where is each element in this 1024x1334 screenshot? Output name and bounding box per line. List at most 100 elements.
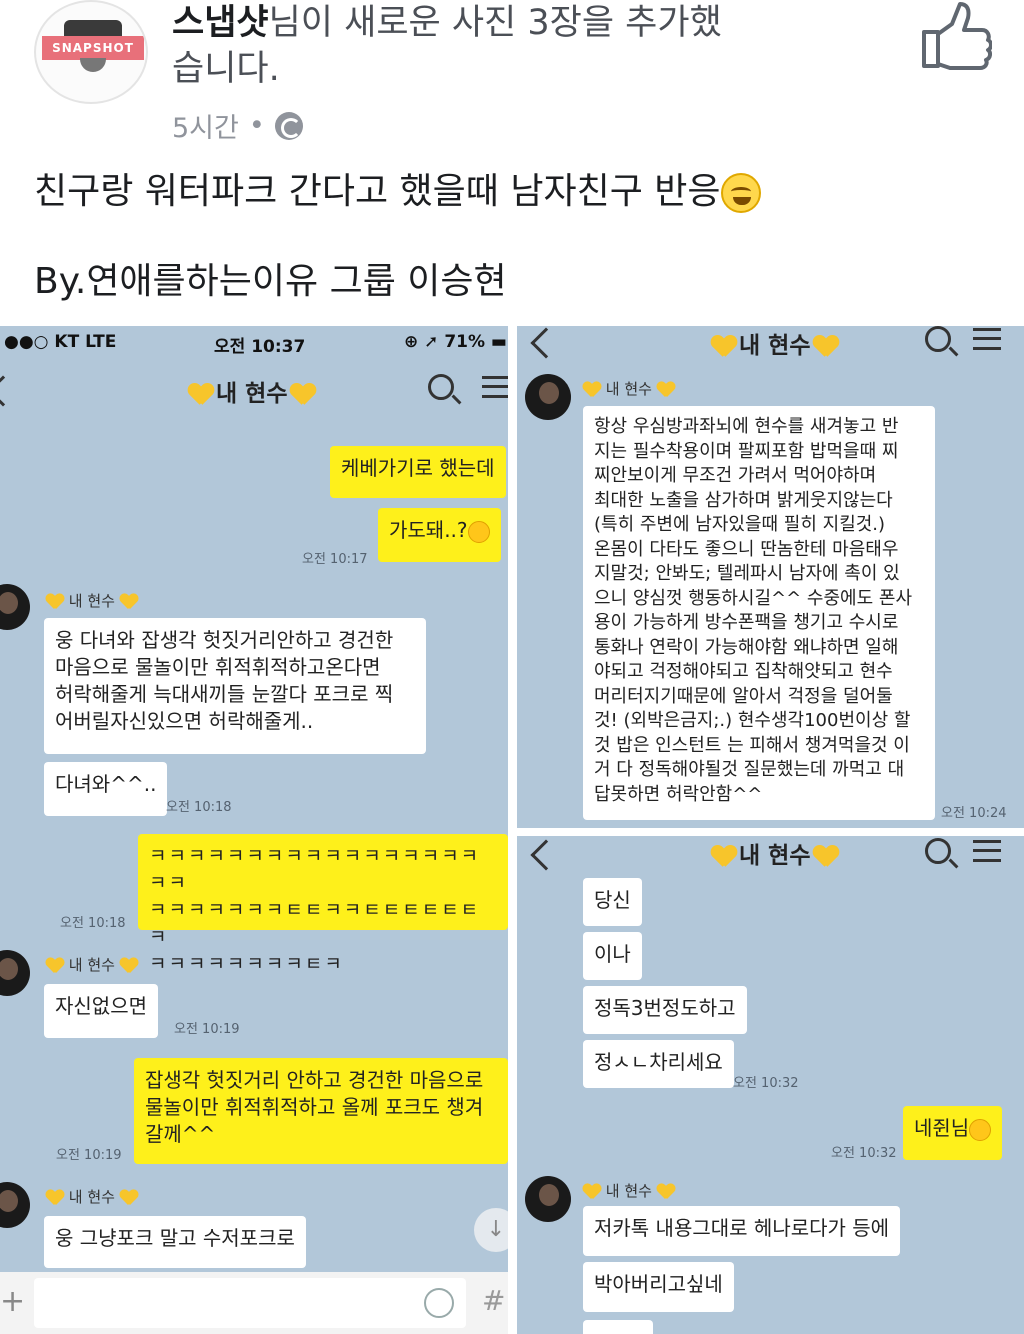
message-time: 오전 10:24: [941, 806, 1007, 821]
my-message-bubble[interactable]: 네쥔님: [903, 1106, 1003, 1160]
menu-icon[interactable]: [973, 840, 1001, 862]
message-input[interactable]: [34, 1278, 466, 1328]
yellow-heart-icon: [46, 594, 64, 610]
their-message-bubble[interactable]: 정ㅅㄴ차리세요: [583, 1040, 734, 1088]
emoticon-icon[interactable]: [424, 1288, 454, 1318]
yellow-heart-icon: [583, 382, 601, 398]
yellow-heart-icon: [120, 594, 138, 610]
sender-name: 내 현수: [583, 1180, 675, 1201]
page-avatar[interactable]: SNAPSHOT: [34, 0, 148, 104]
search-icon[interactable]: [925, 326, 951, 352]
search-icon[interactable]: [428, 374, 454, 400]
menu-icon[interactable]: [482, 376, 508, 398]
my-message-bubble[interactable]: ㅋㅋㅋㅋㅋㅋㅋㅋㅋㅋㅋㅋㅋㅋㅋㅋㅋㅋㅋ ㅋㅋㅋㅋㅋㅋㅋㅌㅌㅋㅋㅌㅌㅌㅌㅌㅌㅋ ㅋ…: [138, 834, 508, 975]
chat-screenshot-right-top: 내 현수 내 현수 항상 우심방과좌뇌에 현수를 새겨놓고 반 지는 필수착용이…: [517, 326, 1024, 828]
message-time: 오전 10:19: [174, 1022, 240, 1037]
their-message-bubble[interactable]: 박아버리고싶네: [583, 1262, 734, 1312]
message-time: 오전 10:17: [302, 552, 368, 567]
sender-name: 내 현수: [46, 1186, 138, 1207]
yellow-heart-icon: [290, 383, 315, 405]
chat-header: 내 현수: [517, 326, 1024, 376]
message-text: 가도돼..?: [389, 518, 468, 542]
post-text: 친구랑 워터파크 간다고 했을때 남자친구 반응: [34, 162, 761, 214]
my-message-bubble[interactable]: 케베가기로 했는데: [330, 446, 506, 498]
their-message-bubble[interactable]: 웅 다녀와 잡생각 헛짓거리안하고 경건한 마음으로 물놀이만 휘적휘적하고온다…: [44, 618, 426, 754]
yellow-heart-icon: [657, 382, 675, 398]
message-time: 오전 10:32: [831, 1146, 897, 1161]
yellow-heart-icon: [711, 845, 736, 867]
yellow-heart-icon: [120, 1190, 138, 1206]
thumbs-up-icon[interactable]: [918, 2, 992, 72]
chat-title: 내 현수: [709, 326, 841, 360]
post-title: 스냅샷님이 새로운 사진 3장을 추가했습니다.: [172, 0, 732, 92]
yellow-heart-icon: [46, 958, 64, 974]
status-time: 오전 10:37: [214, 337, 306, 357]
chat-screenshot-left: ●●○ KT LTE 오전 10:37 ⊕ ➚ 71% ▬ 내 현수 케베가기로…: [0, 326, 508, 1334]
my-message-bubble[interactable]: 잡생각 헛짓거리 안하고 경건한 마음으로 물놀이만 휘적휘적하고 올께 포크도…: [134, 1058, 508, 1164]
yellow-heart-icon: [657, 1184, 675, 1200]
chat-header: 내 현수: [0, 364, 508, 414]
carrier-signal: ●●○ KT LTE: [4, 332, 117, 352]
hash-icon[interactable]: #: [482, 1284, 505, 1317]
yellow-heart-icon: [188, 383, 213, 405]
back-arrow-icon[interactable]: [0, 375, 19, 407]
my-message-bubble[interactable]: 가도돼..?: [378, 508, 501, 562]
their-message-bubble[interactable]: 자신없으면: [44, 984, 158, 1038]
plus-icon[interactable]: +: [0, 1287, 26, 1317]
their-message-bubble-partial[interactable]: [583, 1320, 653, 1334]
post-meta: 5시간 •: [172, 106, 303, 145]
their-message-bubble[interactable]: 당신: [583, 878, 642, 926]
their-message-bubble[interactable]: 다녀와^^..: [44, 762, 168, 816]
message-time: 오전 10:18: [60, 916, 126, 931]
wink-emoji-icon: [969, 1118, 992, 1141]
their-message-bubble[interactable]: 이나: [583, 932, 642, 980]
chat-title: 내 현수: [186, 374, 318, 408]
sender-name-text: 내 현수: [68, 956, 115, 974]
sender-name-text: 내 현수: [68, 592, 115, 610]
post-by-line: By.연애를하는이유 그룹 이승현: [34, 261, 507, 302]
avatar-logo-text: SNAPSHOT: [42, 36, 144, 60]
back-arrow-icon[interactable]: [530, 327, 562, 359]
camera-lens-icon: [80, 58, 106, 72]
smile-emoji-icon: [467, 520, 490, 543]
laughing-tears-emoji-icon: [720, 173, 761, 213]
post-time[interactable]: 5시간: [172, 106, 239, 145]
scroll-down-button[interactable]: ↓: [474, 1208, 508, 1252]
status-bar: ●●○ KT LTE 오전 10:37 ⊕ ➚ 71% ▬: [0, 326, 508, 358]
sender-name-text: 내 현수: [605, 1182, 652, 1200]
yellow-heart-icon: [711, 335, 736, 357]
menu-icon[interactable]: [973, 328, 1001, 350]
yellow-heart-icon: [120, 958, 138, 974]
message-text: 네쥔님: [914, 1116, 970, 1140]
contact-avatar[interactable]: [0, 1182, 30, 1228]
their-message-bubble[interactable]: 저카톡 내용그대로 헤나로다가 등에: [583, 1206, 901, 1256]
contact-avatar[interactable]: [0, 584, 30, 630]
yellow-heart-icon: [583, 1184, 601, 1200]
sender-name: 내 현수: [583, 378, 675, 399]
battery-status: ⊕ ➚ 71% ▬: [404, 332, 507, 352]
author-name[interactable]: 스냅샷: [172, 3, 269, 43]
post-text-content: 친구랑 워터파크 간다고 했을때 남자친구 반응: [34, 171, 721, 212]
sender-name-text: 내 현수: [605, 380, 652, 398]
sender-name-text: 내 현수: [68, 1188, 115, 1206]
their-message-bubble[interactable]: 웅 그냥포크 말고 수저포크로: [44, 1216, 306, 1268]
globe-icon: [274, 111, 303, 140]
contact-avatar[interactable]: [525, 1176, 571, 1222]
message-time: 오전 10:32: [733, 1076, 799, 1091]
message-time: 오전 10:19: [56, 1148, 122, 1163]
their-message-bubble[interactable]: 항상 우심방과좌뇌에 현수를 새겨놓고 반 지는 필수착용이며 팔찌포함 밥먹을…: [583, 406, 935, 820]
yellow-heart-icon: [813, 845, 838, 867]
chat-title-text: 내 현수: [739, 843, 811, 869]
back-arrow-icon[interactable]: [530, 839, 562, 871]
sender-name: 내 현수: [46, 590, 138, 611]
sender-name: 내 현수: [46, 954, 138, 975]
chat-title: 내 현수: [709, 836, 841, 870]
search-icon[interactable]: [925, 838, 951, 864]
chat-title-text: 내 현수: [739, 333, 811, 359]
message-input-bar: + #: [0, 1272, 508, 1334]
post-header: SNAPSHOT 스냅샷님이 새로운 사진 3장을 추가했습니다. 5시간 • …: [0, 0, 1024, 325]
contact-avatar[interactable]: [525, 374, 571, 420]
their-message-bubble[interactable]: 정독3번정도하고: [583, 986, 747, 1034]
contact-avatar[interactable]: [0, 950, 30, 996]
chat-screenshot-right-bottom: 내 현수 당신 이나 정독3번정도하고 정ㅅㄴ차리세요 오전 10:32 네쥔님…: [517, 836, 1024, 1334]
